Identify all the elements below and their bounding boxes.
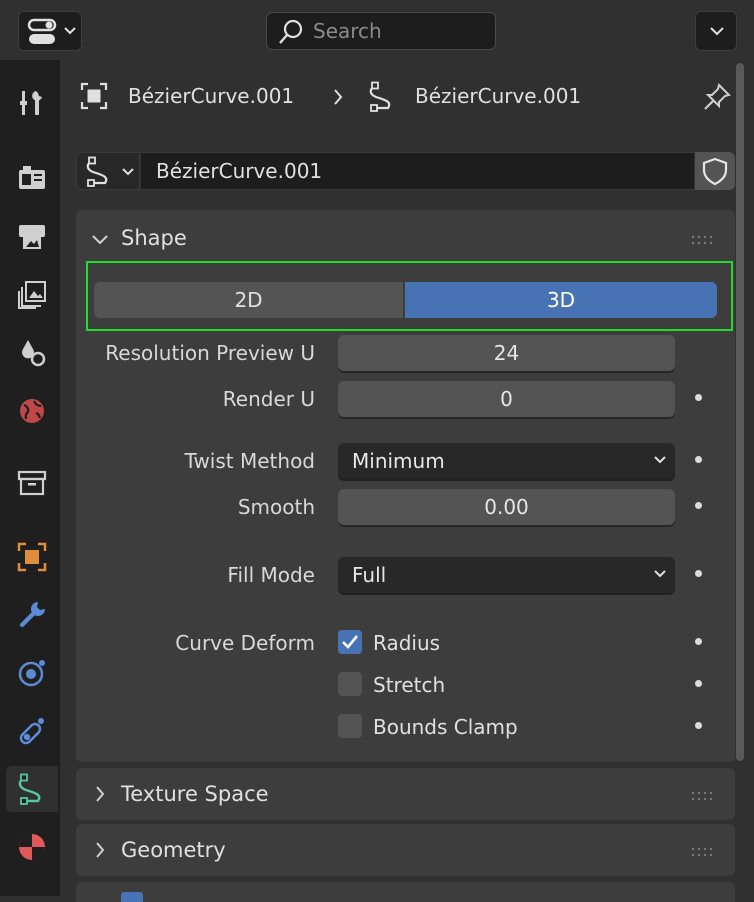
breadcrumb: BézierCurve.001 BézierCurve.001 (76, 80, 696, 112)
collection-icon (17, 470, 47, 496)
properties-editor-icon (27, 18, 57, 44)
render-u-field[interactable]: 0 (338, 381, 675, 417)
drag-handle-icon[interactable] (691, 791, 713, 801)
tab-data[interactable] (6, 766, 58, 812)
curve-deform-label: Curve Deform (175, 631, 315, 655)
radius-checkbox-label[interactable]: Radius (373, 631, 440, 655)
chevron-down-icon (64, 27, 76, 35)
object-icon (17, 542, 47, 572)
pin-icon[interactable] (702, 82, 732, 112)
chevron-right-icon (96, 842, 105, 858)
drag-handle-icon[interactable] (691, 235, 713, 245)
dimensions-2d-button[interactable]: 2D (94, 282, 403, 318)
bounds-clamp-checkbox[interactable] (338, 714, 362, 738)
chevron-down-icon (710, 27, 724, 36)
animate-property-dot[interactable] (695, 722, 702, 729)
resolution-preview-u-field[interactable]: 24 (338, 335, 675, 371)
search-field[interactable] (266, 12, 496, 50)
twist-method-label: Twist Method (184, 449, 315, 473)
drag-handle-icon[interactable] (691, 847, 713, 857)
breadcrumb-object-name: BézierCurve.001 (128, 84, 295, 108)
dimensions-3d-button[interactable]: 3D (405, 282, 717, 318)
datablock-browse-button[interactable] (76, 152, 140, 190)
curve-data-icon (369, 81, 391, 112)
panel-checkbox-partial[interactable] (121, 892, 143, 902)
tab-output[interactable] (6, 214, 58, 260)
chevron-down-icon (122, 168, 134, 176)
animate-property-dot[interactable] (695, 570, 702, 577)
tab-physics[interactable] (6, 650, 58, 696)
stretch-checkbox-label[interactable]: Stretch (373, 673, 445, 697)
geometry-panel[interactable]: Geometry (76, 824, 735, 876)
chevron-down-icon (654, 570, 666, 578)
twist-method-dropdown[interactable]: Minimum (338, 443, 675, 479)
render-u-label: Render U (222, 387, 315, 411)
editor-type-button[interactable] (18, 11, 82, 51)
fill-mode-dropdown[interactable]: Full (338, 557, 675, 593)
tab-modifiers[interactable] (6, 592, 58, 638)
breadcrumb-data-name: BézierCurve.001 (415, 84, 582, 108)
fake-user-button[interactable] (695, 152, 735, 190)
properties-tab-bar (0, 60, 60, 896)
texture-space-panel-title: Texture Space (121, 782, 269, 806)
chevron-right-icon (334, 89, 343, 105)
geometry-panel-title: Geometry (121, 838, 226, 862)
smooth-label: Smooth (237, 495, 315, 519)
world-icon (20, 399, 44, 423)
shape-panel-title[interactable]: Shape (121, 226, 187, 250)
chevron-down-icon (654, 456, 666, 464)
animate-property-dot[interactable] (695, 394, 702, 401)
search-input[interactable] (313, 19, 483, 43)
tab-render[interactable] (6, 154, 58, 200)
output-icon (19, 225, 45, 249)
tab-material[interactable] (6, 824, 58, 870)
animate-property-dot[interactable] (695, 638, 702, 645)
tab-tool[interactable] (6, 80, 58, 126)
tab-collection[interactable] (6, 460, 58, 506)
tool-icon (20, 91, 42, 115)
next-panel-partial[interactable] (76, 882, 735, 902)
animate-property-dot[interactable] (695, 680, 702, 687)
texture-space-panel[interactable]: Texture Space (76, 768, 735, 820)
material-icon (19, 834, 45, 860)
chevron-down-icon[interactable] (91, 234, 109, 246)
stretch-checkbox[interactable] (338, 672, 362, 696)
wrench-icon (19, 602, 45, 628)
view-layer-icon (18, 281, 46, 309)
animate-property-dot[interactable] (695, 456, 702, 463)
options-dropdown-button[interactable] (695, 11, 737, 51)
tab-view-layer[interactable] (6, 272, 58, 318)
twist-method-value: Minimum (352, 449, 445, 473)
bounds-clamp-checkbox-label[interactable]: Bounds Clamp (373, 715, 518, 739)
datablock-name-text: BézierCurve.001 (156, 159, 323, 183)
shield-icon (702, 157, 728, 186)
tab-scene[interactable] (6, 330, 58, 376)
constraint-icon (19, 718, 44, 745)
object-icon (80, 82, 108, 110)
tab-world[interactable] (6, 388, 58, 434)
fill-mode-label: Fill Mode (227, 563, 315, 587)
chevron-right-icon (96, 786, 105, 802)
properties-header (0, 0, 754, 60)
tab-constraints[interactable] (6, 708, 58, 754)
resolution-preview-u-label: Resolution Preview U (105, 341, 315, 365)
checkmark-icon (342, 635, 359, 649)
physics-icon (18, 660, 45, 687)
fill-mode-value: Full (352, 563, 387, 587)
datablock-name-field[interactable]: BézierCurve.001 (141, 152, 694, 190)
radius-checkbox[interactable] (338, 630, 362, 654)
scrollbar[interactable] (736, 63, 744, 761)
curve-data-icon (18, 773, 41, 805)
animate-property-dot[interactable] (695, 502, 702, 509)
scene-icon (22, 340, 46, 367)
tab-object[interactable] (6, 534, 58, 580)
curve-data-icon (86, 156, 108, 187)
render-icon (19, 166, 45, 189)
smooth-field[interactable]: 0.00 (338, 489, 675, 525)
search-icon (279, 19, 303, 44)
